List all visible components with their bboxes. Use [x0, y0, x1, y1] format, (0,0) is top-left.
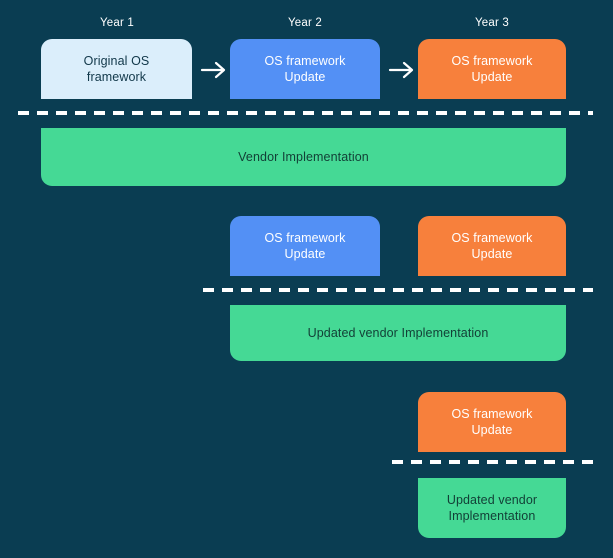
row3-updated-vendor-line1: Updated vendor — [446, 493, 538, 507]
row1-original-line2: framework — [86, 70, 147, 84]
row1-update-blue-line2: Update — [284, 70, 326, 84]
row1-update-blue-line1: OS framework — [264, 54, 346, 68]
row1-update-orange-label: OS framework Update — [451, 53, 532, 85]
row2-updated-vendor-implementation-bar[interactable]: Updated vendor Implementation — [230, 305, 566, 361]
row1-update-orange-line2: Update — [471, 70, 513, 84]
row1-os-framework-update-blue-box[interactable]: OS framework Update — [230, 39, 380, 99]
row1-vendor-implementation-label: Vendor Implementation — [238, 150, 369, 164]
row2-update-orange-label: OS framework Update — [451, 230, 532, 262]
row3-update-orange-line2: Update — [471, 423, 513, 437]
diagram-canvas: Year 1 Year 2 Year 3 Original OS framewo… — [0, 0, 613, 558]
year-header-2: Year 2 — [287, 17, 323, 29]
row2-update-orange-line1: OS framework — [451, 231, 533, 245]
row3-os-framework-update-orange-box[interactable]: OS framework Update — [418, 392, 566, 452]
row3-dashed-separator — [392, 460, 593, 464]
arrow-right-icon — [388, 61, 414, 79]
year-header-3: Year 3 — [474, 17, 510, 29]
row3-updated-vendor-implementation-bar[interactable]: Updated vendor Implementation — [418, 478, 566, 538]
row1-vendor-implementation-bar[interactable]: Vendor Implementation — [41, 128, 566, 186]
row3-update-orange-label: OS framework Update — [451, 406, 532, 438]
row3-update-orange-line1: OS framework — [451, 407, 533, 421]
row1-original-os-framework-box[interactable]: Original OS framework — [41, 39, 192, 99]
row1-update-orange-line1: OS framework — [451, 54, 533, 68]
row2-update-blue-line1: OS framework — [264, 231, 346, 245]
row3-updated-vendor-implementation-label: Updated vendor Implementation — [447, 492, 537, 524]
row2-dashed-separator — [203, 288, 593, 292]
row1-original-line1: Original OS — [83, 54, 150, 68]
row1-original-os-framework-label: Original OS framework — [84, 53, 150, 85]
row1-dashed-separator — [18, 111, 593, 115]
row1-os-framework-update-orange-box[interactable]: OS framework Update — [418, 39, 566, 99]
row3-updated-vendor-line2: Implementation — [448, 509, 536, 523]
row2-updated-vendor-implementation-label: Updated vendor Implementation — [307, 326, 489, 340]
row2-update-blue-line2: Update — [284, 247, 326, 261]
row2-update-blue-label: OS framework Update — [264, 230, 345, 262]
row2-update-orange-line2: Update — [471, 247, 513, 261]
row2-os-framework-update-orange-box[interactable]: OS framework Update — [418, 216, 566, 276]
arrow-right-icon — [200, 61, 226, 79]
year-header-1: Year 1 — [99, 17, 135, 29]
row1-update-blue-label: OS framework Update — [264, 53, 345, 85]
row2-os-framework-update-blue-box[interactable]: OS framework Update — [230, 216, 380, 276]
